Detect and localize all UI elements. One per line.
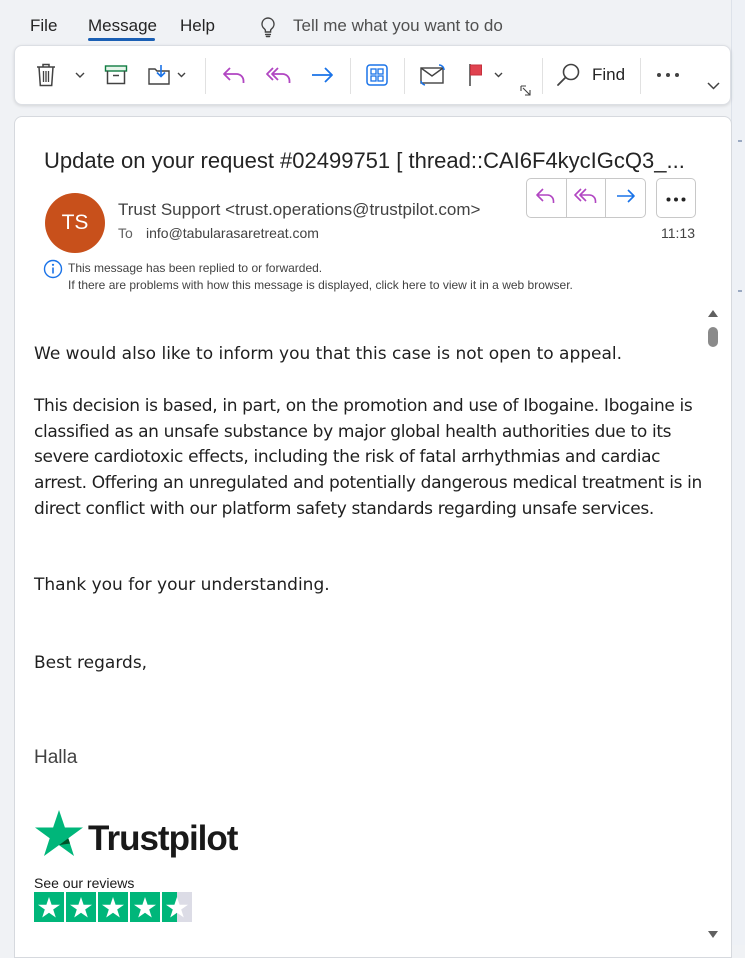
delete-icon bbox=[35, 62, 57, 88]
find-button[interactable]: Find bbox=[556, 60, 628, 90]
forward-icon bbox=[310, 64, 336, 86]
message-subject: Update on your request #02499751 [ threa… bbox=[44, 148, 685, 173]
body-paragraph: We would also like to inform you that th… bbox=[34, 344, 623, 364]
forward-button[interactable] bbox=[310, 60, 336, 90]
message-time: 11:13 bbox=[661, 225, 695, 241]
sender-name[interactable]: Trust Support <trust.operations@trustpil… bbox=[118, 200, 502, 220]
reply-icon bbox=[535, 187, 557, 210]
archive-icon bbox=[104, 64, 128, 86]
more-icon bbox=[656, 72, 680, 78]
message-more-button[interactable] bbox=[656, 178, 696, 218]
quick-forward-button[interactable] bbox=[606, 179, 645, 217]
menu-file[interactable]: File bbox=[30, 16, 57, 36]
avatar[interactable]: TS bbox=[45, 193, 105, 253]
scroll-up-arrow-icon[interactable] bbox=[707, 305, 719, 323]
star-icon bbox=[130, 892, 160, 922]
flag-icon bbox=[467, 63, 507, 87]
trustpilot-logo[interactable]: Trustpilot bbox=[34, 809, 238, 862]
find-label: Find bbox=[592, 65, 626, 84]
flag-button[interactable] bbox=[467, 60, 507, 90]
collapse-ribbon-icon bbox=[706, 82, 720, 90]
ribbon-expand-button[interactable] bbox=[519, 84, 531, 96]
more-icon bbox=[666, 189, 686, 207]
delete-button[interactable] bbox=[33, 60, 59, 90]
quick-reply-button[interactable] bbox=[527, 179, 567, 217]
delete-dropdown[interactable] bbox=[71, 60, 89, 90]
move-button[interactable] bbox=[147, 60, 189, 90]
reply-icon bbox=[221, 64, 247, 86]
mark-read-icon bbox=[419, 63, 447, 87]
info-icon bbox=[43, 259, 63, 284]
apps-icon bbox=[366, 64, 388, 86]
replied-notice: This message has been replied to or forw… bbox=[68, 261, 323, 275]
trustpilot-wordmark: Trustpilot bbox=[88, 818, 238, 858]
edge-mark bbox=[738, 290, 742, 292]
quick-actions bbox=[526, 178, 646, 218]
archive-button[interactable] bbox=[103, 60, 129, 90]
half-star-icon bbox=[162, 892, 192, 922]
tell-me-search[interactable]: Tell me what you want to do bbox=[293, 16, 503, 36]
search-icon bbox=[556, 62, 582, 88]
star-rating[interactable] bbox=[34, 892, 192, 922]
scrollbar-thumb[interactable] bbox=[708, 327, 718, 347]
trustpilot-star-icon bbox=[34, 809, 84, 862]
menu-help[interactable]: Help bbox=[180, 16, 215, 36]
ribbon-separator bbox=[404, 58, 405, 94]
recipient-address[interactable]: info@tabularasaretreat.com bbox=[146, 225, 319, 241]
move-to-folder-icon bbox=[147, 63, 189, 87]
active-menu-indicator bbox=[88, 38, 155, 41]
body-paragraph: This decision is based, in part, on the … bbox=[34, 396, 702, 519]
more-commands-button[interactable] bbox=[655, 60, 681, 90]
ribbon-separator bbox=[542, 58, 543, 94]
mark-read-button[interactable] bbox=[419, 60, 447, 90]
reply-button[interactable] bbox=[221, 60, 247, 90]
reply-all-button[interactable] bbox=[265, 60, 293, 90]
star-icon bbox=[98, 892, 128, 922]
quick-reply-all-button[interactable] bbox=[567, 179, 607, 217]
ribbon-separator bbox=[640, 58, 641, 94]
view-in-browser-notice[interactable]: If there are problems with how this mess… bbox=[68, 278, 573, 292]
background-window-edge bbox=[731, 0, 745, 945]
forward-icon bbox=[615, 187, 637, 210]
collapse-ribbon-button[interactable] bbox=[703, 76, 723, 96]
ribbon-toolbar: Find bbox=[14, 45, 731, 105]
reply-all-icon bbox=[574, 187, 598, 210]
body-paragraph: Thank you for your understanding. bbox=[34, 575, 330, 595]
see-reviews-link[interactable]: See our reviews bbox=[34, 875, 134, 891]
star-icon bbox=[66, 892, 96, 922]
edge-mark bbox=[738, 140, 742, 142]
scroll-down-arrow-icon[interactable] bbox=[707, 927, 719, 945]
menu-bar: File Message Help Tell me what you want … bbox=[0, 0, 732, 44]
to-label: To bbox=[118, 225, 133, 241]
apps-button[interactable] bbox=[365, 60, 389, 90]
signature-name: Halla bbox=[34, 747, 78, 768]
chevron-down-icon bbox=[75, 72, 85, 78]
ribbon-separator bbox=[350, 58, 351, 94]
body-closing: Best regards, bbox=[34, 653, 148, 673]
ribbon-separator bbox=[205, 58, 206, 94]
expand-icon bbox=[519, 84, 531, 96]
reply-all-icon bbox=[265, 64, 293, 86]
lightbulb-icon[interactable] bbox=[258, 16, 278, 38]
reading-pane: Update on your request #02499751 [ threa… bbox=[14, 116, 732, 958]
star-icon bbox=[34, 892, 64, 922]
menu-message[interactable]: Message bbox=[88, 16, 157, 36]
